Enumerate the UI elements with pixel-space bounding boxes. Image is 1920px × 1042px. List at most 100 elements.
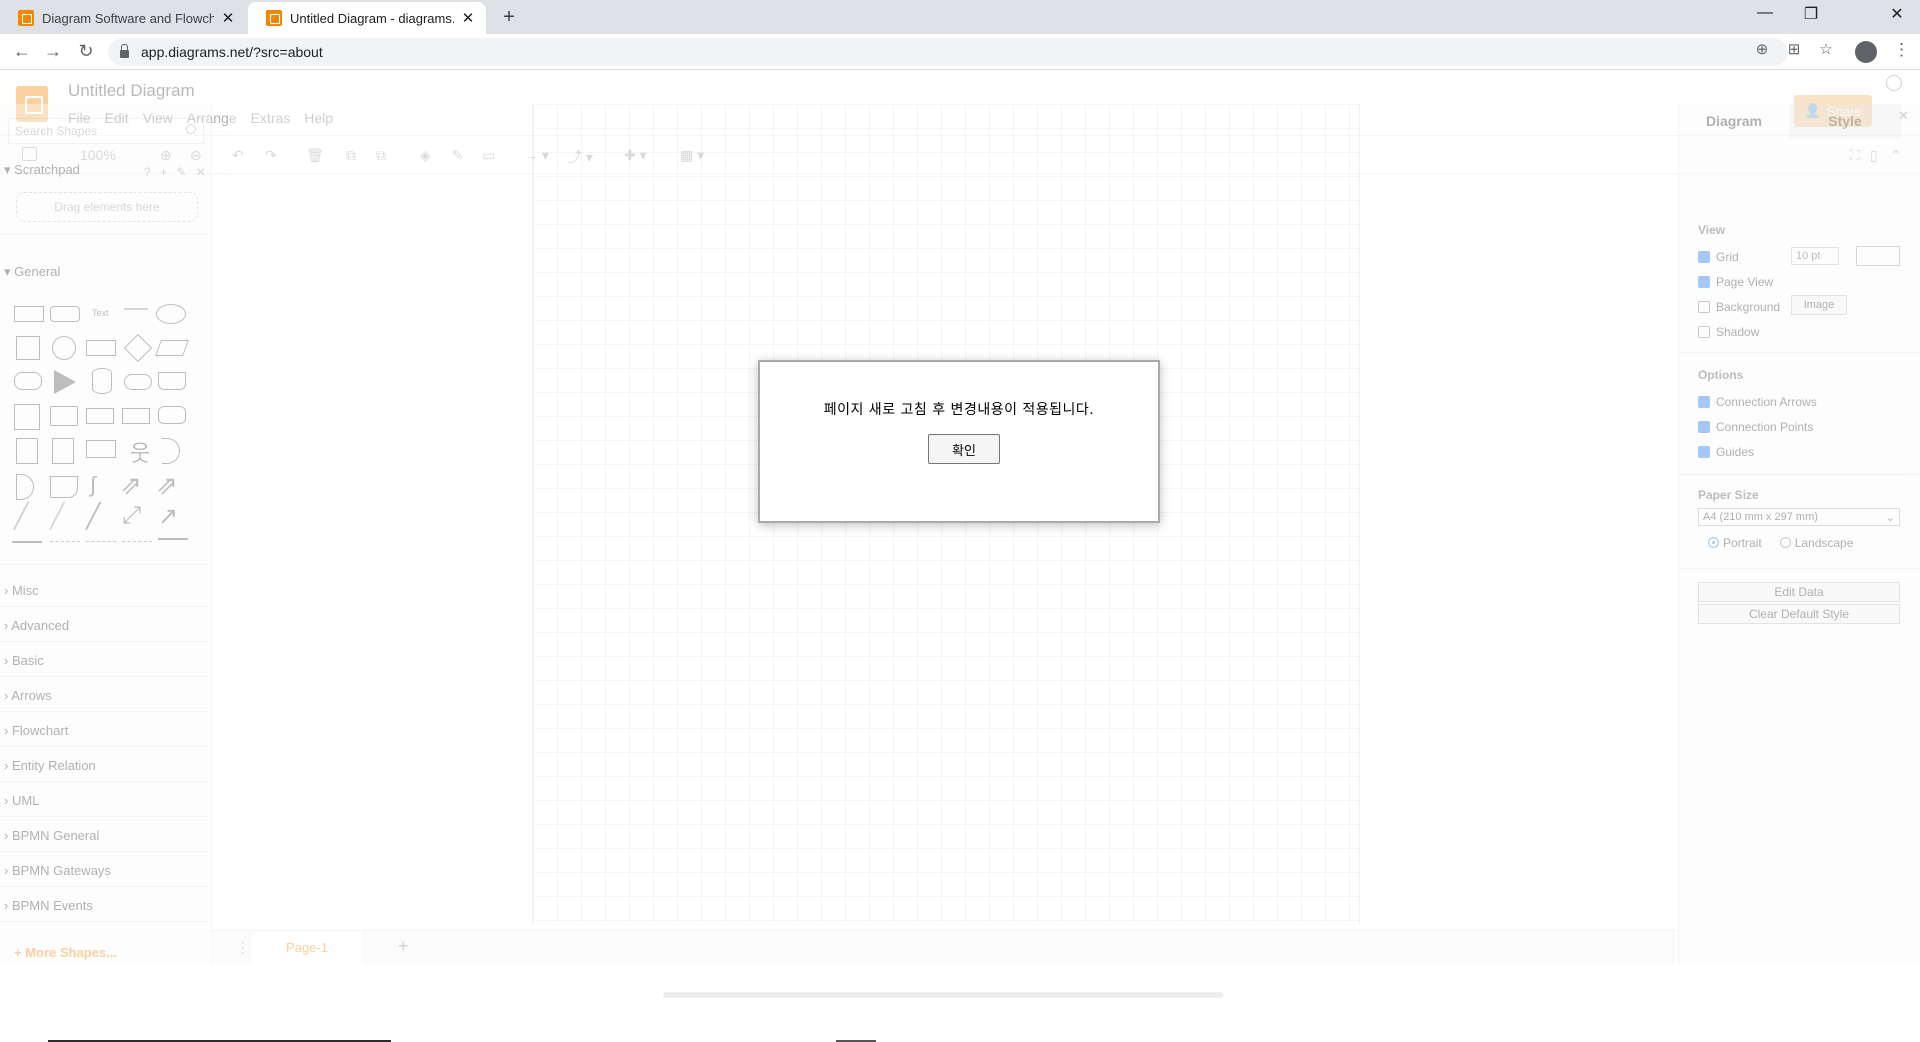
grid-color-swatch[interactable] [1856, 246, 1900, 266]
connection-points-checkbox[interactable]: Connection Points [1698, 420, 1813, 434]
background-checkbox[interactable]: Background [1698, 300, 1780, 314]
landscape-radio[interactable]: Landscape [1779, 536, 1853, 550]
window-close-button[interactable]: ✕ [1874, 4, 1920, 24]
browser-tab-untitled-diagram[interactable]: Untitled Diagram - diagrams.ne ✕ [248, 2, 486, 34]
parallelogram-shape[interactable] [155, 340, 189, 356]
shadow-checkbox[interactable]: Shadow [1698, 325, 1759, 339]
dashed-line-shape[interactable]: ╱ [14, 502, 28, 531]
library-flowchart[interactable]: › Flowchart [4, 723, 68, 738]
text-shape[interactable]: Text [92, 308, 109, 318]
tab-style[interactable]: Style [1789, 104, 1901, 138]
internal-storage-shape[interactable] [14, 404, 40, 430]
line-shape[interactable]: ╱ [86, 502, 100, 531]
bookmark-star-icon[interactable]: ☆ [1816, 40, 1836, 58]
tab-close-icon[interactable]: ✕ [220, 9, 236, 27]
format-panel-close-icon[interactable]: ✕ [1898, 108, 1909, 124]
browser-tab-diagram-software[interactable]: Diagram Software and Flowchar ✕ [0, 2, 246, 34]
tab-diagram[interactable]: Diagram [1679, 104, 1789, 138]
document-title[interactable]: Untitled Diagram [68, 81, 195, 101]
portrait-radio[interactable]: Portrait [1708, 536, 1762, 550]
horizontal-scrollbar[interactable] [663, 992, 1223, 998]
new-tab-button[interactable]: + [498, 6, 520, 29]
connector-label-shape[interactable] [50, 541, 80, 542]
background-image-button[interactable]: Image [1791, 295, 1847, 315]
restore-button[interactable]: ❐ [1788, 4, 1834, 24]
pages-menu-icon[interactable]: ⋮ [236, 939, 250, 956]
page-view-checkbox[interactable]: Page View [1698, 275, 1773, 289]
scratchpad-header[interactable]: ▾ Scratchpad [4, 162, 80, 178]
link-shape[interactable] [12, 541, 42, 543]
textbox-shape[interactable] [124, 308, 148, 320]
edit-data-button[interactable]: Edit Data [1698, 582, 1900, 602]
diamond-shape[interactable] [123, 333, 153, 363]
or-shape[interactable] [162, 438, 180, 464]
curve-shape[interactable]: ∫ [90, 472, 96, 498]
connector-2-label-shape[interactable] [86, 541, 116, 542]
tab-close-icon[interactable]: ✕ [460, 9, 476, 27]
library-bpmn-events[interactable]: › BPMN Events [4, 898, 93, 913]
library-bpmn-gateways[interactable]: › BPMN Gateways [4, 863, 111, 878]
url-omnibox[interactable]: app.diagrams.net/?src=about [108, 38, 1788, 66]
paper-size-select[interactable]: A4 (210 mm x 297 mm) ⌄ [1698, 508, 1900, 526]
clear-default-style-button[interactable]: Clear Default Style [1698, 604, 1900, 624]
scratchpad-tools[interactable]: ? + ✎ ✕ [144, 165, 209, 179]
dotted-line-shape[interactable]: ╱ [50, 502, 64, 531]
data-storage-shape[interactable] [50, 476, 78, 498]
card-shape[interactable] [52, 438, 74, 464]
ellipse-shape[interactable] [156, 304, 186, 324]
scratchpad-dropzone[interactable]: Drag elements here [16, 192, 198, 222]
page-tab-1[interactable]: Page-1 [252, 931, 362, 964]
trapezoid-shape[interactable] [122, 408, 150, 424]
rounded-rectangle-shape[interactable] [50, 306, 80, 322]
grid-size-input[interactable]: 10 pt [1791, 247, 1839, 265]
search-icon[interactable] [186, 124, 196, 134]
arrow-shape[interactable]: ⇗ [156, 470, 178, 501]
circle-shape[interactable] [52, 336, 76, 360]
step-shape[interactable] [86, 408, 114, 424]
process-shape[interactable] [86, 340, 116, 356]
cylinder-shape[interactable] [92, 368, 112, 394]
install-app-icon[interactable]: ⊕ [1752, 40, 1772, 58]
bidirectional-arrow-shape[interactable]: ⇗ [120, 470, 142, 501]
library-advanced[interactable]: › Advanced [4, 618, 69, 633]
connector-3-label-shape[interactable] [122, 541, 152, 542]
minimize-button[interactable]: — [1742, 4, 1788, 22]
square-shape[interactable] [16, 336, 40, 360]
connector-with-symbol-shape[interactable] [158, 538, 188, 540]
triangle-shape[interactable] [54, 370, 76, 394]
general-header[interactable]: ▾ General [4, 264, 60, 280]
bidirectional-connector-shape[interactable]: ⤢ [122, 502, 141, 530]
note-shape[interactable] [16, 438, 38, 464]
library-arrows[interactable]: › Arrows [4, 688, 52, 703]
reload-icon[interactable]: ↻ [74, 41, 98, 62]
guides-checkbox[interactable]: Guides [1698, 445, 1754, 459]
grid-checkbox[interactable]: Grid [1698, 250, 1739, 264]
language-globe-icon[interactable] [1886, 75, 1902, 91]
library-entity-relation[interactable]: › Entity Relation [4, 758, 96, 773]
back-icon[interactable]: ← [10, 41, 34, 62]
library-basic[interactable]: › Basic [4, 653, 44, 668]
more-shapes-button[interactable]: + More Shapes... [14, 945, 117, 960]
tape-shape[interactable] [158, 406, 186, 424]
cloud-shape[interactable] [124, 374, 152, 390]
rectangle-shape[interactable] [14, 306, 44, 322]
directional-connector-shape[interactable]: ↗ [158, 502, 178, 531]
library-uml[interactable]: › UML [4, 793, 39, 808]
translate-icon[interactable]: ⊞ [1784, 40, 1804, 58]
actor-shape[interactable]: 웃 [130, 436, 150, 468]
browser-menu-icon[interactable]: ⋮ [1893, 40, 1910, 60]
search-shapes-input[interactable]: Search Shapes [8, 118, 204, 144]
library-misc[interactable]: › Misc [4, 583, 39, 598]
delay-shape[interactable] [16, 474, 34, 500]
profile-avatar-icon[interactable] [1855, 41, 1877, 63]
add-page-icon[interactable]: + [398, 936, 409, 957]
hexagon-shape[interactable] [14, 372, 42, 390]
connection-arrows-checkbox[interactable]: Connection Arrows [1698, 395, 1817, 409]
forward-icon[interactable]: → [41, 41, 65, 62]
dialog-message: 페이지 새로 고침 후 변경내용이 적용됩니다. [823, 402, 1095, 418]
library-bpmn-general[interactable]: › BPMN General [4, 828, 99, 843]
callout-shape[interactable] [86, 440, 116, 458]
cube-shape[interactable] [50, 406, 78, 426]
ok-button[interactable]: 확인 [928, 434, 1000, 464]
document-shape[interactable] [158, 372, 186, 390]
